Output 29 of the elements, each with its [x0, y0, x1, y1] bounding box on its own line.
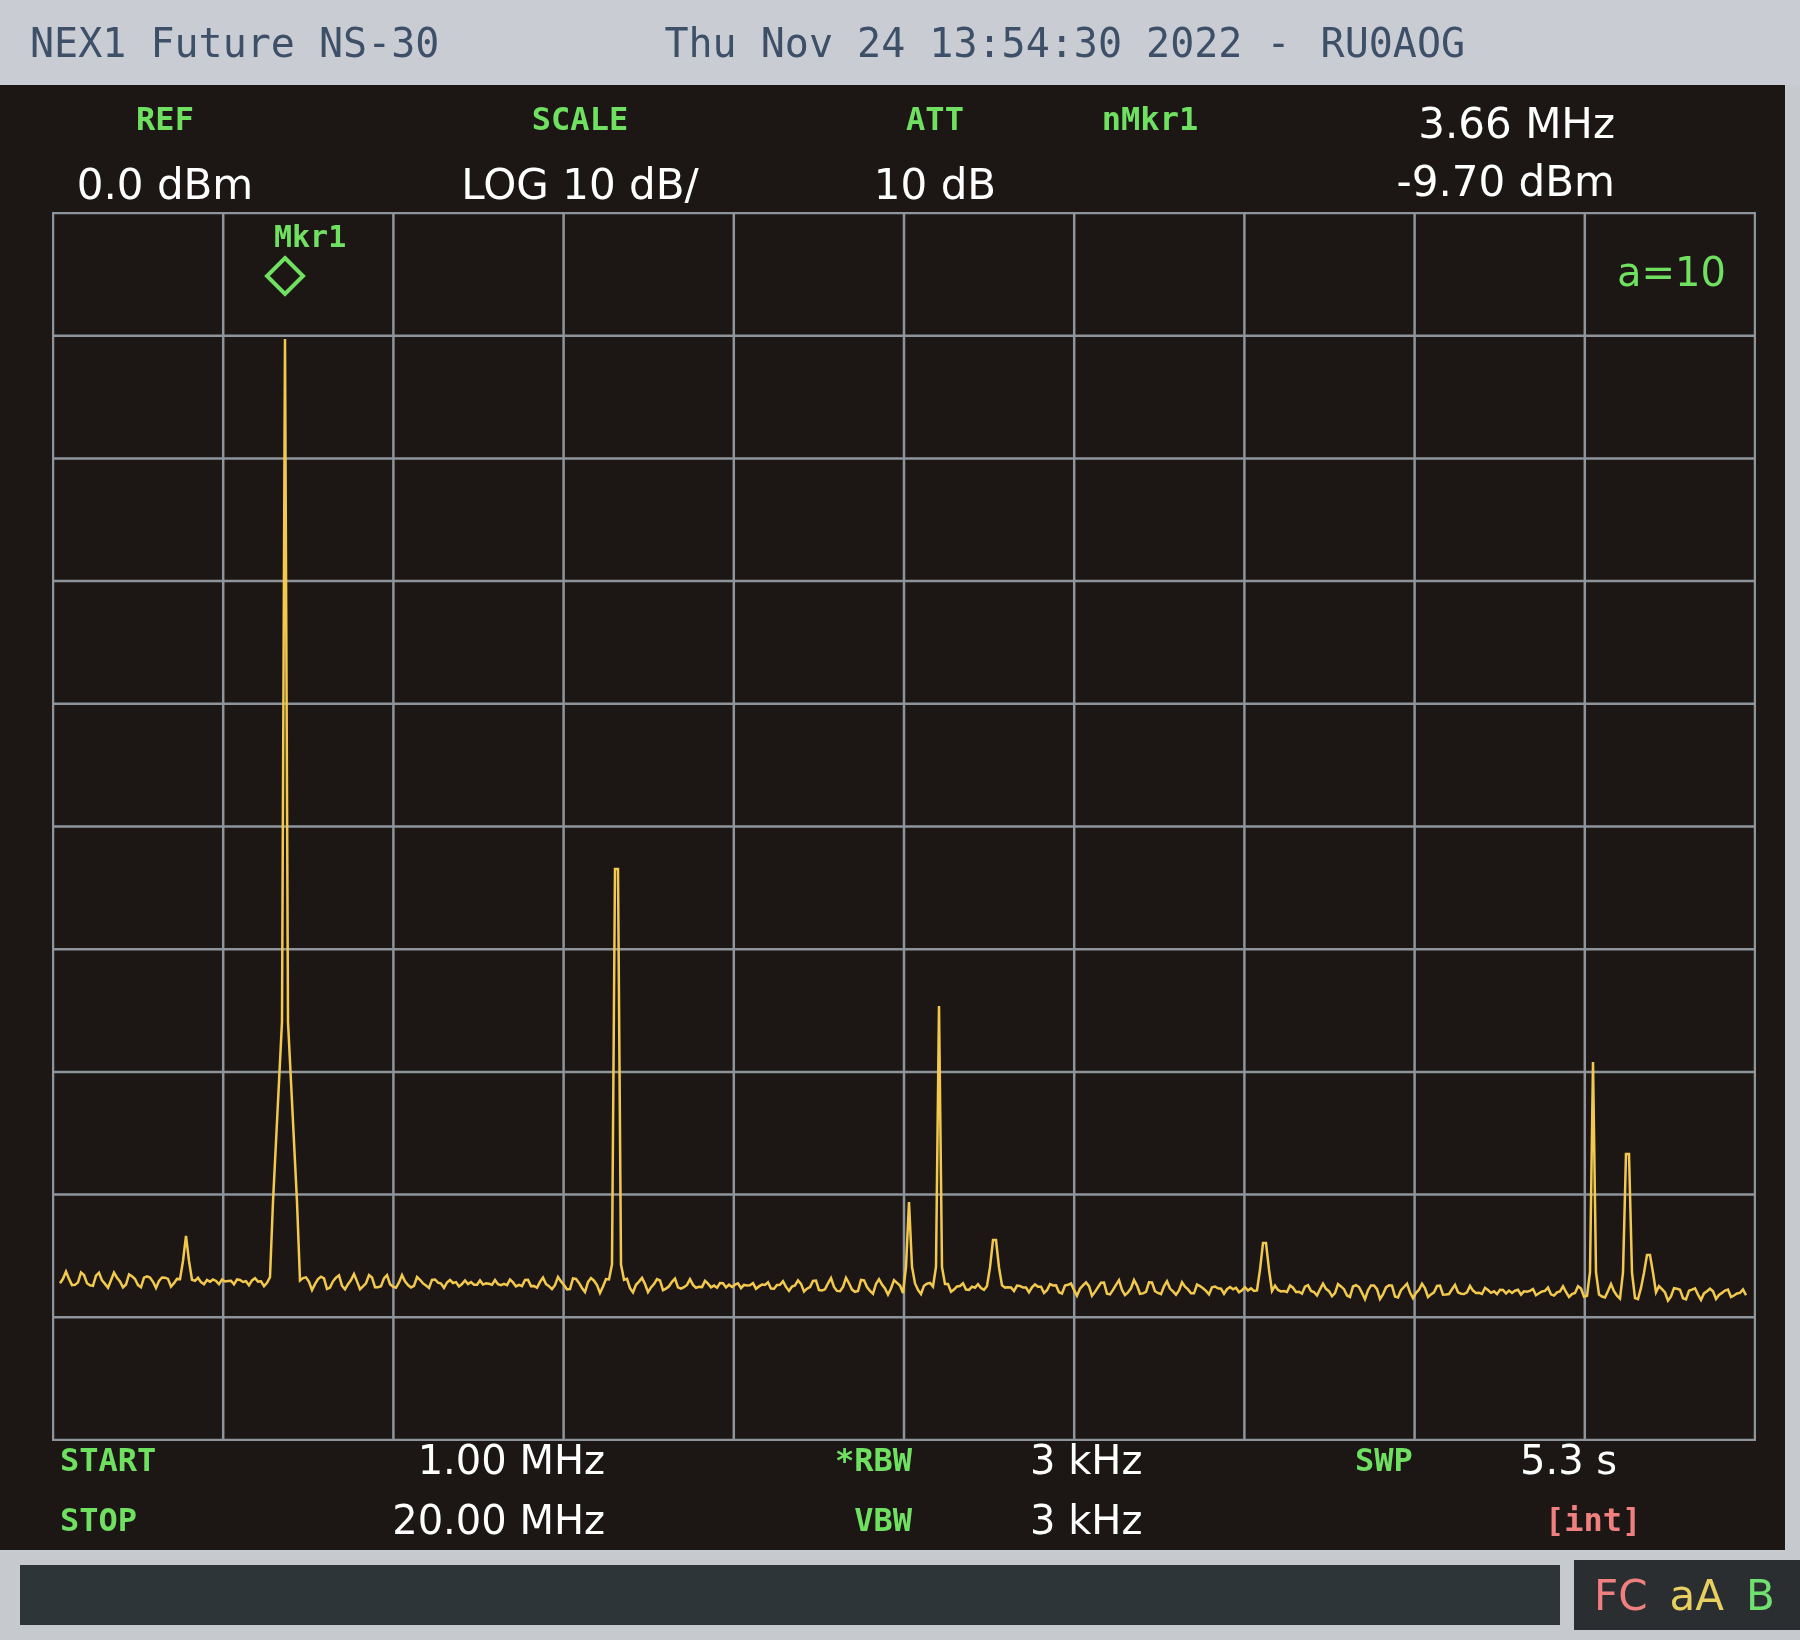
- setting-label: REF: [136, 99, 194, 140]
- marker-diamond-icon: [264, 255, 306, 297]
- setting-value: LOG 10 dB/: [461, 159, 699, 211]
- setting-value: 0.0 dBm: [76, 159, 254, 211]
- setting-label: VBW: [853, 1500, 913, 1541]
- status-indicator: FC: [1594, 1569, 1648, 1622]
- date-time: Thu Nov 24 13:54:30 2022 -: [664, 18, 1291, 68]
- status-indicator: B: [1745, 1569, 1775, 1622]
- marker-amplitude: -9.70 dBm: [1396, 156, 1615, 208]
- setting-value: 20.00 MHz: [391, 1496, 605, 1545]
- sweep-trigger-label: [int]: [1544, 1500, 1643, 1541]
- marker-label: Mkr1: [274, 218, 347, 256]
- setting-value: 3 kHz: [1029, 1436, 1144, 1485]
- marker-frequency: 3.66 MHz: [1418, 98, 1615, 150]
- setting-value: 5.3 s: [1520, 1436, 1619, 1485]
- status-indicator: aA: [1669, 1569, 1724, 1622]
- averaging-label: a=10: [1617, 248, 1726, 297]
- setting-value: 3 kHz: [1029, 1496, 1144, 1545]
- setting-value: 10 dB: [873, 159, 997, 211]
- setting-label: ATT: [906, 99, 964, 140]
- callsign: RU0AOG: [1320, 18, 1466, 68]
- device-name: NEX1 Future NS-30: [30, 18, 440, 68]
- setting-label: STOP: [59, 1500, 139, 1541]
- setting-label: SWP: [1355, 1440, 1414, 1481]
- marker-label: nMkr1: [1101, 99, 1199, 140]
- setting-value: 1.00 MHz: [416, 1436, 605, 1485]
- setting-label: START: [59, 1440, 158, 1481]
- setting-label: SCALE: [531, 99, 629, 140]
- setting-label: *RBW: [833, 1440, 913, 1481]
